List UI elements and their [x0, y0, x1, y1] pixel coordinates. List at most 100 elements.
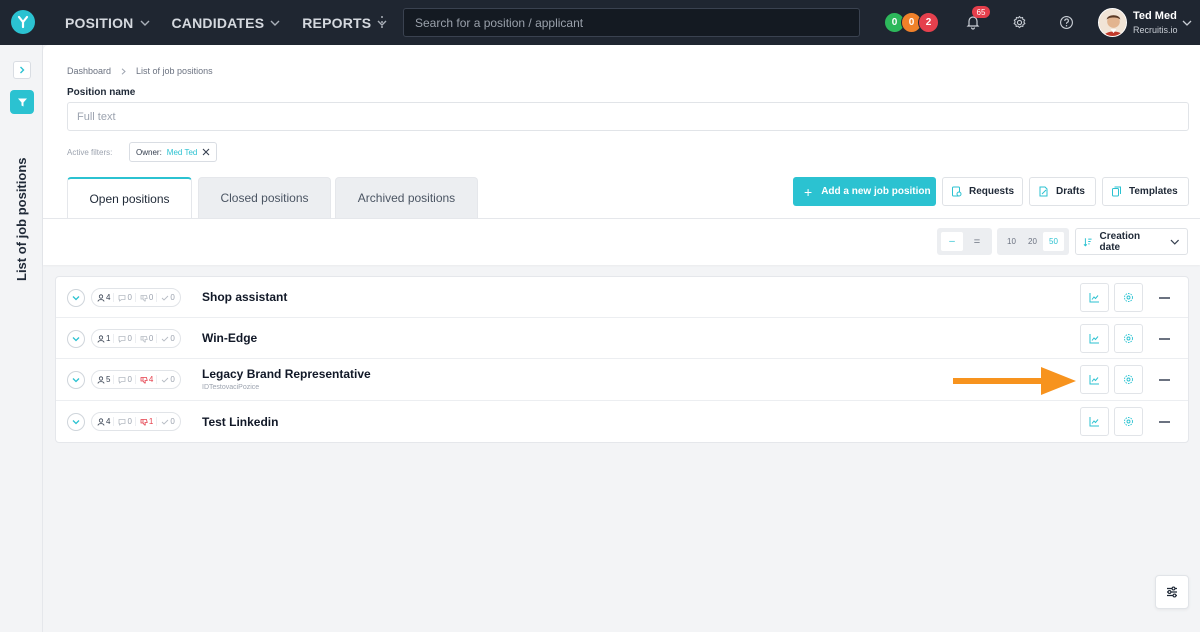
requests-icon: [952, 186, 962, 197]
requests-button[interactable]: Requests: [942, 177, 1023, 206]
stat-value: 5: [106, 375, 111, 384]
stat-hired: 0: [161, 417, 175, 426]
position-title[interactable]: Shop assistant: [202, 290, 287, 304]
status-count-red[interactable]: 2: [918, 12, 939, 33]
nav-reports[interactable]: REPORTS: [302, 15, 387, 31]
comment-icon: [119, 294, 126, 302]
table-row[interactable]: 4 0 0 0 Shop assistant: [56, 277, 1188, 318]
global-search-input[interactable]: [403, 8, 860, 37]
position-title[interactable]: Legacy Brand Representative: [202, 367, 371, 381]
drafts-button[interactable]: Drafts: [1029, 177, 1096, 206]
settings-button[interactable]: [1114, 365, 1143, 394]
plus-icon: +: [804, 183, 813, 200]
position-stats[interactable]: 4 0 0 0: [91, 288, 181, 307]
check-icon: [162, 419, 169, 425]
more-actions-icon[interactable]: [1159, 421, 1170, 423]
settings-button[interactable]: [1114, 324, 1143, 353]
statistics-button[interactable]: [1080, 283, 1109, 312]
gear-icon: [1124, 293, 1133, 302]
expand-row-button[interactable]: [67, 413, 85, 431]
expand-row-button[interactable]: [67, 289, 85, 307]
sort-dropdown[interactable]: Creation date: [1075, 228, 1188, 255]
stat-value: 0: [170, 375, 175, 384]
filter-toggle-button[interactable]: [10, 90, 34, 114]
active-filters-label: Active filters:: [67, 148, 113, 157]
main-nav: POSITION CANDIDATES REPORTS: [65, 0, 387, 45]
gear-icon[interactable]: [1012, 15, 1027, 30]
sort-icon: [1083, 237, 1092, 246]
page-size-10[interactable]: 10: [1001, 232, 1022, 251]
filter-panel: Dashboard List of job positions Position…: [43, 45, 1200, 265]
nav-position[interactable]: POSITION: [65, 15, 150, 31]
position-name-input[interactable]: [67, 102, 1189, 131]
view-mode-toggle: – =: [937, 228, 992, 255]
chevron-down-icon[interactable]: [1182, 18, 1192, 28]
chevron-down-icon: [72, 337, 80, 342]
expand-row-button[interactable]: [67, 330, 85, 348]
stat-comments: 0: [118, 293, 136, 302]
chevron-down-icon: [72, 378, 80, 383]
stat-candidates: 5: [97, 375, 115, 384]
templates-button[interactable]: Templates: [1102, 177, 1189, 206]
nav-reports-label: REPORTS: [302, 14, 372, 31]
more-menu-icon[interactable]: [378, 14, 386, 30]
position-name-label: Position name: [67, 87, 136, 98]
drafts-label: Drafts: [1056, 186, 1085, 197]
display-settings-button[interactable]: [1155, 575, 1189, 609]
stat-comments: 0: [118, 375, 136, 384]
more-actions-icon[interactable]: [1159, 379, 1170, 381]
add-job-position-button[interactable]: + Add a new job position: [793, 177, 936, 206]
chevron-right-icon: [121, 67, 126, 75]
view-compact-button[interactable]: –: [941, 232, 963, 251]
position-stats[interactable]: 5 0 4 0: [91, 370, 181, 389]
user-icon: [97, 293, 105, 302]
stat-hired: 0: [161, 293, 175, 302]
gear-icon: [1124, 375, 1133, 384]
tab-archived-positions[interactable]: Archived positions: [335, 177, 478, 218]
user-avatar[interactable]: [1098, 8, 1127, 37]
tab-label: Open positions: [89, 191, 170, 206]
chevron-down-icon: [140, 20, 149, 26]
statistics-button[interactable]: [1080, 407, 1109, 436]
stat-value: 4: [148, 375, 154, 384]
position-stats[interactable]: 1 0 0 0: [91, 329, 181, 348]
sliders-icon: [1167, 586, 1177, 598]
table-row[interactable]: 1 0 0 0 Win-Edge: [56, 318, 1188, 359]
page-size-20[interactable]: 20: [1022, 232, 1043, 251]
chevron-right-icon: [20, 66, 25, 74]
statistics-button[interactable]: [1080, 365, 1109, 394]
nav-candidates[interactable]: CANDIDATES: [172, 15, 281, 31]
recruitis-logo-icon[interactable]: [11, 10, 35, 34]
filter-chip-owner[interactable]: Owner: Med Ted: [129, 142, 218, 162]
chart-icon: [1089, 293, 1099, 303]
stat-comments: 0: [118, 334, 136, 343]
tab-open-positions[interactable]: Open positions: [67, 177, 192, 218]
position-stats[interactable]: 4 0 1 0: [91, 412, 181, 431]
sidebar-expand-button[interactable]: [13, 61, 31, 79]
tab-closed-positions[interactable]: Closed positions: [198, 177, 331, 218]
user-icon: [97, 334, 105, 343]
position-title[interactable]: Win-Edge: [202, 331, 257, 345]
stat-value: 4: [106, 417, 111, 426]
close-icon[interactable]: [202, 148, 210, 156]
chevron-down-icon: [72, 296, 80, 301]
user-name[interactable]: Ted Med: [1133, 10, 1177, 22]
page-size-selector: 10 20 50: [997, 228, 1069, 255]
statistics-button[interactable]: [1080, 324, 1109, 353]
settings-button[interactable]: [1114, 407, 1143, 436]
requests-label: Requests: [969, 186, 1015, 197]
help-icon[interactable]: [1059, 15, 1074, 30]
user-organization: Recruitis.io: [1133, 25, 1178, 35]
expand-row-button[interactable]: [67, 371, 85, 389]
page-size-50[interactable]: 50: [1043, 232, 1064, 251]
more-actions-icon[interactable]: [1159, 297, 1170, 299]
check-icon: [162, 295, 169, 301]
position-title[interactable]: Test Linkedin: [202, 415, 278, 429]
view-expanded-button[interactable]: =: [966, 232, 988, 251]
breadcrumb-dashboard[interactable]: Dashboard: [67, 66, 111, 76]
more-actions-icon[interactable]: [1159, 338, 1170, 340]
user-icon: [97, 375, 105, 384]
table-row[interactable]: 4 0 1 0 Test Linkedin: [56, 401, 1188, 442]
stat-candidates: 4: [97, 293, 115, 302]
settings-button[interactable]: [1114, 283, 1143, 312]
